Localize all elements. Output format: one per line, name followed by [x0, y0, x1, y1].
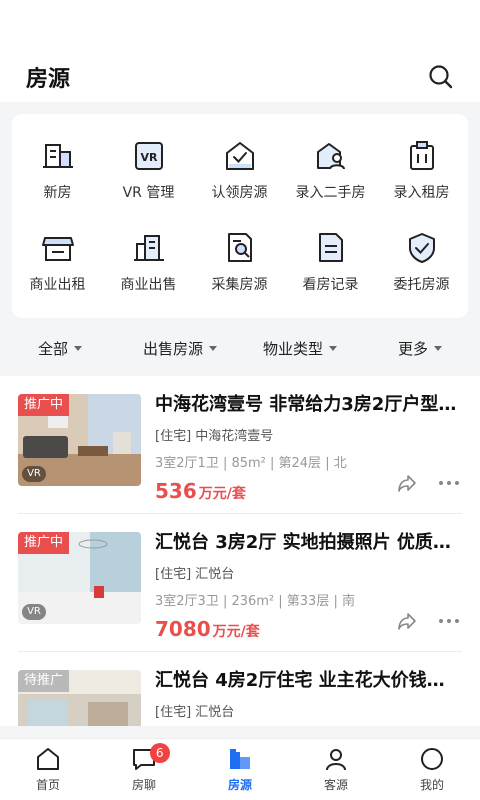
tab-listings[interactable]: 房源 [192, 739, 288, 800]
grid-item-new-house[interactable]: 新房 [12, 114, 103, 204]
commerce-building-icon [133, 235, 164, 261]
caret-down-icon [74, 345, 82, 351]
vr-badge: VR [22, 466, 46, 482]
listing-photo[interactable]: 推广中 VR [18, 394, 141, 486]
grid-item-label: 录入租房 [393, 185, 450, 201]
house-check-icon [225, 142, 254, 170]
promo-badge: 推广中 [18, 394, 70, 416]
tab-home[interactable]: 首页 [0, 739, 96, 800]
grid-item-label: 录入二手房 [295, 185, 366, 201]
circle-icon [421, 748, 443, 770]
filter-property-type[interactable]: 物业类型 [240, 326, 360, 370]
price-unit: 万元/套 [212, 624, 260, 640]
search-icon[interactable] [428, 64, 454, 90]
listing-community: [住宅] 中海花湾壹号 [155, 429, 274, 444]
listing-community: [住宅] 汇悦台 [155, 705, 235, 720]
tab-label: 客源 [323, 778, 348, 792]
clipboard-icon [409, 141, 434, 170]
app-header: 房源 [0, 52, 480, 102]
caret-down-icon [209, 345, 217, 351]
grid-item-collect-listing[interactable]: 采集房源 [194, 206, 285, 296]
listing-title: 汇悦台 3房2厅 实地拍摄照片 优质房源 [155, 532, 460, 553]
grid-item-label: 采集房源 [211, 277, 268, 293]
home-icon [37, 748, 59, 770]
tab-label: 房源 [227, 778, 252, 792]
listing-photo[interactable]: 待推广 [18, 670, 141, 726]
bottom-tab-bar: 首页 房聊 6 房源 客源 我的 [0, 738, 480, 800]
grid-item-commercial-sale[interactable]: 商业出售 [103, 206, 194, 296]
filter-more[interactable]: 更多 [360, 326, 480, 370]
person-icon [326, 749, 346, 771]
filter-label: 出售房源 [142, 339, 203, 358]
vr-badge: VR [22, 604, 46, 620]
grid-item-commercial-rent[interactable]: 商业出租 [12, 206, 103, 296]
filter-all[interactable]: 全部 [0, 326, 120, 370]
more-icon[interactable] [438, 610, 460, 632]
doc-list-icon [318, 233, 343, 262]
tab-chat[interactable]: 房聊 6 [96, 739, 192, 800]
filter-label: 全部 [37, 339, 68, 358]
listing-card[interactable]: 推广中 VR 中海花湾壹号 非常给力3房2厅户型方正 [住宅] 中海花湾壹号 3… [0, 376, 480, 514]
filter-bar: 全部 出售房源 物业类型 更多 [0, 326, 480, 370]
grid-item-viewing-records[interactable]: 看房记录 [285, 206, 376, 296]
listings-icon [230, 749, 250, 769]
tab-label: 房聊 [131, 778, 156, 792]
store-icon [41, 237, 74, 261]
tab-label: 首页 [35, 778, 60, 792]
shield-check-icon [408, 233, 435, 263]
filter-sale-listings[interactable]: 出售房源 [120, 326, 240, 370]
unread-count-badge: 6 [149, 743, 170, 763]
grid-item-label: 商业出租 [29, 277, 86, 293]
price-value: 7080 [155, 617, 211, 641]
house-user-icon [316, 143, 345, 170]
svg-text:VR: VR [140, 151, 158, 164]
share-icon[interactable] [396, 472, 418, 494]
grid-item-label: 新房 [43, 185, 72, 201]
grid-item-add-resale[interactable]: 录入二手房 [285, 114, 376, 204]
quick-actions-card: 新房 VR VR 管理 认领房源 录入二手房 录入租房 商业出租 商业出售 采集… [12, 114, 468, 318]
price-unit: 万元/套 [198, 486, 246, 502]
doc-search-icon [227, 233, 252, 262]
tab-label: 我的 [419, 778, 444, 792]
vr-icon: VR [134, 142, 163, 170]
page-title: 房源 [26, 67, 71, 92]
more-icon[interactable] [438, 472, 460, 494]
listing-specs: 3室2厅1卫 | 85m² | 第24层 | 北 [155, 456, 347, 471]
grid-item-label: 看房记录 [302, 277, 359, 293]
grid-item-claim-listing[interactable]: 认领房源 [194, 114, 285, 204]
grid-item-entrusted-listing[interactable]: 委托房源 [376, 206, 467, 296]
listing-photo[interactable]: 推广中 VR [18, 532, 141, 624]
grid-item-add-rental[interactable]: 录入租房 [376, 114, 467, 204]
grid-item-label: 委托房源 [393, 277, 450, 293]
listing-title: 汇悦台 4房2厅住宅 业主花大价钱装修 [155, 670, 460, 691]
listing-title: 中海花湾壹号 非常给力3房2厅户型方正 [155, 394, 460, 415]
grid-item-vr-manage[interactable]: VR VR 管理 [103, 114, 194, 204]
promo-badge: 推广中 [18, 532, 70, 554]
filter-label: 更多 [397, 339, 428, 358]
caret-down-icon [329, 345, 337, 351]
listing-list: 推广中 VR 中海花湾壹号 非常给力3房2厅户型方正 [住宅] 中海花湾壹号 3… [0, 376, 480, 726]
listing-card[interactable]: 待推广 汇悦台 4房2厅住宅 业主花大价钱装修 [住宅] 汇悦台 [0, 652, 480, 726]
price-value: 536 [155, 479, 197, 503]
building-icon [42, 144, 73, 168]
status-bar [0, 0, 480, 52]
listing-specs: 3室2厅3卫 | 236m² | 第33层 | 南 [155, 594, 355, 609]
share-icon[interactable] [396, 610, 418, 632]
caret-down-icon [434, 345, 442, 351]
grid-item-label: 认领房源 [211, 185, 268, 201]
filter-label: 物业类型 [262, 339, 323, 358]
grid-item-label: 商业出售 [120, 277, 177, 293]
listing-community: [住宅] 汇悦台 [155, 567, 235, 582]
tab-mine[interactable]: 我的 [384, 739, 480, 800]
pending-badge: 待推广 [18, 670, 70, 692]
grid-item-label: VR 管理 [122, 185, 175, 201]
tab-clients[interactable]: 客源 [288, 739, 384, 800]
listing-card[interactable]: 推广中 VR 汇悦台 3房2厅 实地拍摄照片 优质房源 [住宅] 汇悦台 3室2… [0, 514, 480, 652]
